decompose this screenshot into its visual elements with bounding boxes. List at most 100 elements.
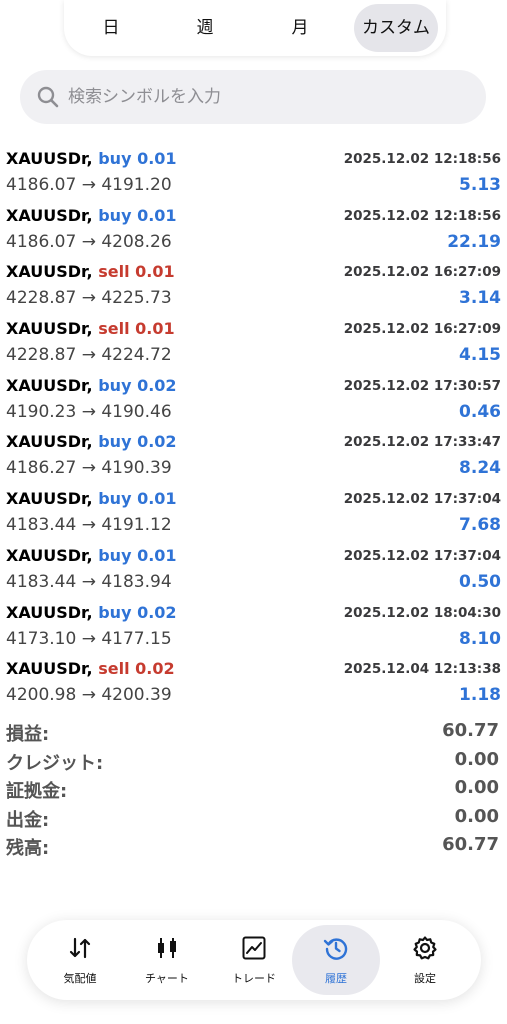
line-chart-icon bbox=[242, 936, 266, 960]
trade-time: 2025.12.02 12:18:56 bbox=[343, 151, 501, 167]
trade-symbol-line: XAUUSDr, buy 0.01 bbox=[6, 149, 177, 168]
trade-history-list: XAUUSDr, buy 0.01 2025.12.02 12:18:56 41… bbox=[0, 144, 507, 711]
arrows-up-down-icon bbox=[69, 937, 91, 959]
summary-row-credit: クレジット: 0.00 bbox=[0, 747, 507, 776]
summary-label: クレジット: bbox=[6, 752, 104, 774]
trade-profit: 1.18 bbox=[459, 685, 501, 706]
trade-profit: 22.19 bbox=[447, 231, 501, 252]
account-summary: 損益: 60.77 クレジット: 0.00 証拠金: 0.00 出金: 0.00… bbox=[0, 718, 507, 861]
trade-direction: buy 0.02 bbox=[98, 602, 177, 622]
trade-prices: 4228.87 → 4225.73 bbox=[6, 288, 172, 309]
trade-time: 2025.12.02 17:30:57 bbox=[343, 377, 501, 394]
trade-time: 2025.12.02 17:33:47 bbox=[343, 434, 501, 451]
trade-symbol-line: XAUUSDr, buy 0.02 bbox=[6, 603, 177, 622]
trade-symbol: XAUUSDr, bbox=[6, 545, 93, 565]
trade-direction: buy 0.02 bbox=[98, 432, 177, 452]
search-bar[interactable] bbox=[20, 70, 486, 124]
trade-symbol-line: XAUUSDr, buy 0.01 bbox=[6, 489, 177, 508]
trade-symbol-line: XAUUSDr, buy 0.02 bbox=[6, 376, 177, 395]
trade-symbol: XAUUSDr, bbox=[6, 489, 93, 509]
trade-row[interactable]: XAUUSDr, buy 0.02 2025.12.02 17:30:57 41… bbox=[0, 371, 507, 428]
summary-label: 出金: bbox=[6, 809, 50, 831]
trade-symbol: XAUUSDr, bbox=[6, 432, 93, 452]
tab-month[interactable]: 月 bbox=[269, 4, 331, 52]
summary-value: 60.77 bbox=[442, 720, 499, 741]
tab-week[interactable]: 週 bbox=[174, 4, 236, 52]
nav-quotes[interactable]: 気配値 bbox=[36, 925, 124, 995]
nav-label: 気配値 bbox=[63, 972, 97, 985]
trade-prices: 4200.98 → 4200.39 bbox=[6, 685, 172, 706]
trade-symbol: XAUUSDr, bbox=[6, 205, 93, 225]
trade-direction: buy 0.01 bbox=[98, 205, 177, 225]
summary-label: 損益: bbox=[6, 724, 50, 745]
trade-profit: 8.10 bbox=[459, 628, 501, 649]
history-icon bbox=[323, 938, 348, 960]
gear-icon bbox=[413, 936, 437, 960]
trade-prices: 4183.44 → 4183.94 bbox=[6, 571, 172, 592]
trade-symbol-line: XAUUSDr, sell 0.01 bbox=[6, 319, 175, 338]
trade-profit: 4.15 bbox=[459, 345, 501, 366]
summary-row-profit: 損益: 60.77 bbox=[0, 718, 507, 747]
summary-row-withdrawal: 出金: 0.00 bbox=[0, 804, 507, 833]
nav-trade[interactable]: トレード bbox=[210, 925, 298, 995]
trade-direction: buy 0.02 bbox=[98, 375, 177, 395]
trade-row[interactable]: XAUUSDr, buy 0.01 2025.12.02 12:18:56 41… bbox=[0, 201, 507, 258]
trade-row[interactable]: XAUUSDr, sell 0.02 2025.12.04 12:13:38 4… bbox=[0, 654, 507, 711]
candlestick-icon bbox=[158, 938, 176, 958]
trade-direction: buy 0.01 bbox=[98, 489, 177, 509]
tab-custom[interactable]: カスタム bbox=[354, 4, 438, 52]
trade-prices: 4190.23 → 4190.46 bbox=[6, 401, 172, 422]
summary-value: 60.77 bbox=[442, 834, 499, 855]
trade-time: 2025.12.02 17:37:04 bbox=[343, 491, 501, 508]
trade-profit: 8.24 bbox=[459, 458, 501, 479]
nav-chart[interactable]: チャート bbox=[123, 925, 211, 995]
trade-symbol-line: XAUUSDr, buy 0.01 bbox=[6, 206, 177, 225]
trade-time: 2025.12.02 16:27:09 bbox=[343, 264, 501, 281]
trade-time: 2025.12.04 12:13:38 bbox=[343, 661, 501, 678]
summary-value: 0.00 bbox=[454, 748, 499, 770]
summary-label: 証拠金: bbox=[6, 781, 68, 802]
summary-row-balance: 残高: 60.77 bbox=[0, 832, 507, 861]
trade-row[interactable]: XAUUSDr, buy 0.02 2025.12.02 18:04:30 41… bbox=[0, 598, 507, 655]
nav-label: チャート bbox=[145, 972, 189, 985]
trade-prices: 4186.07 → 4191.20 bbox=[6, 175, 172, 195]
trade-row[interactable]: XAUUSDr, buy 0.01 2025.12.02 17:37:04 41… bbox=[0, 541, 507, 598]
trade-symbol-line: XAUUSDr, buy 0.02 bbox=[6, 432, 177, 451]
trade-row[interactable]: XAUUSDr, sell 0.01 2025.12.02 16:27:09 4… bbox=[0, 314, 507, 371]
summary-value: 0.00 bbox=[454, 805, 499, 827]
nav-history[interactable]: 履歴 bbox=[292, 925, 380, 995]
search-icon bbox=[37, 86, 59, 108]
trade-profit: 3.14 bbox=[459, 288, 501, 309]
trade-symbol: XAUUSDr, bbox=[6, 262, 93, 282]
trade-direction: sell 0.01 bbox=[98, 319, 175, 339]
trade-prices: 4183.44 → 4191.12 bbox=[6, 515, 172, 536]
nav-settings[interactable]: 設定 bbox=[381, 925, 469, 995]
trade-time: 2025.12.02 12:18:56 bbox=[343, 207, 501, 224]
tab-day[interactable]: 日 bbox=[80, 4, 142, 52]
trade-symbol-line: XAUUSDr, buy 0.01 bbox=[6, 546, 177, 565]
trade-direction: buy 0.01 bbox=[98, 545, 177, 565]
trade-row[interactable]: XAUUSDr, buy 0.01 2025.12.02 17:37:04 41… bbox=[0, 484, 507, 541]
trade-profit: 0.46 bbox=[459, 401, 501, 422]
nav-label: 履歴 bbox=[325, 972, 347, 985]
trade-direction: sell 0.02 bbox=[98, 659, 175, 679]
period-selector: 日 週 月 カスタム bbox=[64, 0, 446, 56]
trade-row[interactable]: XAUUSDr, sell 0.01 2025.12.02 16:27:09 4… bbox=[0, 257, 507, 314]
trade-profit: 7.68 bbox=[459, 515, 501, 536]
trade-symbol-line: XAUUSDr, sell 0.02 bbox=[6, 659, 175, 678]
trade-prices: 4186.07 → 4208.26 bbox=[6, 231, 172, 252]
trade-time: 2025.12.02 18:04:30 bbox=[343, 604, 501, 621]
search-input[interactable] bbox=[68, 70, 468, 124]
trade-row[interactable]: XAUUSDr, buy 0.01 2025.12.02 12:18:56 41… bbox=[0, 144, 507, 201]
trade-symbol: XAUUSDr, bbox=[6, 149, 93, 168]
bottom-nav: 気配値 チャート トレード 履歴 設定 bbox=[27, 920, 481, 1000]
trade-row[interactable]: XAUUSDr, buy 0.02 2025.12.02 17:33:47 41… bbox=[0, 427, 507, 484]
summary-label: 残高: bbox=[6, 838, 50, 859]
nav-label: 設定 bbox=[414, 972, 436, 985]
trade-symbol: XAUUSDr, bbox=[6, 319, 93, 339]
trade-time: 2025.12.02 17:37:04 bbox=[343, 547, 501, 564]
trade-prices: 4186.27 → 4190.39 bbox=[6, 458, 172, 479]
trade-symbol: XAUUSDr, bbox=[6, 602, 93, 622]
trade-prices: 4173.10 → 4177.15 bbox=[6, 628, 172, 649]
nav-label: トレード bbox=[232, 972, 276, 985]
